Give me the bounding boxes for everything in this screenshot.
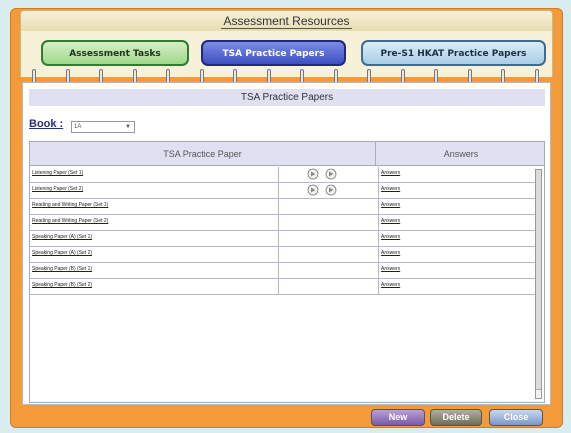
- tab-pre-s1-hkat-practice-papers[interactable]: Pre-S1 HKAT Practice Papers: [361, 40, 546, 66]
- audio-cell: [278, 183, 378, 199]
- answers-link[interactable]: Answers: [381, 266, 400, 272]
- answers-cell: Answers: [378, 167, 535, 183]
- audio-cell: [278, 231, 378, 247]
- answers-link[interactable]: Answers: [381, 170, 400, 176]
- paper-link[interactable]: Speaking Paper (B) (Set 1): [32, 266, 92, 272]
- delete-button[interactable]: Delete: [430, 409, 482, 426]
- audio-cell: [278, 247, 378, 263]
- table-row: Speaking Paper (B) (Set 1) Answers: [30, 263, 535, 279]
- audio-play-icon[interactable]: [325, 168, 337, 180]
- audio-cell: [278, 279, 378, 295]
- answers-cell: Answers: [378, 263, 535, 279]
- book-label: Book :: [29, 118, 64, 130]
- papers-table: TSA Practice Paper Answers Listening Pap…: [29, 141, 545, 403]
- table-header: TSA Practice Paper Answers: [30, 142, 544, 166]
- scrollbar-thumb[interactable]: [536, 170, 541, 390]
- audio-play-icon[interactable]: [307, 184, 319, 196]
- table-row: Speaking Paper (B) (Set 2) Answers: [30, 279, 535, 295]
- audio-cell: [278, 215, 378, 231]
- answers-cell: Answers: [378, 231, 535, 247]
- answers-link[interactable]: Answers: [381, 282, 400, 288]
- chevron-down-icon: ▼: [125, 124, 131, 130]
- answers-cell: Answers: [378, 199, 535, 215]
- book-select-value: 1A: [74, 124, 82, 130]
- answers-cell: Answers: [378, 279, 535, 295]
- main-content: TSA Practice Papers Book : 1A ▼ TSA Prac…: [22, 82, 551, 405]
- audio-play-icon[interactable]: [325, 184, 337, 196]
- close-button[interactable]: Close: [489, 409, 543, 426]
- audio-play-icon[interactable]: [307, 168, 319, 180]
- paper-link[interactable]: Reading and Writing Paper (Set 2): [32, 218, 108, 224]
- audio-cell: [278, 263, 378, 279]
- window-title: Assessment Resources: [221, 14, 352, 29]
- tab-tsa-practice-papers[interactable]: TSA Practice Papers: [201, 40, 346, 66]
- paper-link[interactable]: Speaking Paper (A) (Set 2): [32, 250, 92, 256]
- section-title: TSA Practice Papers: [29, 89, 545, 106]
- answers-link[interactable]: Answers: [381, 234, 400, 240]
- answers-cell: Answers: [378, 247, 535, 263]
- answers-link[interactable]: Answers: [381, 218, 400, 224]
- table-row: Speaking Paper (A) (Set 1) Answers: [30, 231, 535, 247]
- title-bar: Assessment Resources: [20, 10, 553, 32]
- paper-link[interactable]: Speaking Paper (B) (Set 2): [32, 282, 92, 288]
- table-row: Reading and Writing Paper (Set 1) Answers: [30, 199, 535, 215]
- table-row: Listening Paper (Set 1) Answers: [30, 167, 535, 183]
- table-row: Reading and Writing Paper (Set 2) Answers: [30, 215, 535, 231]
- header-paper: TSA Practice Paper: [163, 149, 242, 159]
- paper-link[interactable]: Reading and Writing Paper (Set 1): [32, 202, 108, 208]
- table-row: Speaking Paper (A) (Set 2) Answers: [30, 247, 535, 263]
- answers-cell: Answers: [378, 183, 535, 199]
- vertical-scrollbar[interactable]: [535, 169, 542, 399]
- paper-link[interactable]: Listening Paper (Set 2): [32, 186, 83, 192]
- tab-assessment-tasks[interactable]: Assessment Tasks: [41, 40, 189, 66]
- audio-cell: [278, 167, 378, 183]
- new-button[interactable]: New: [371, 409, 425, 426]
- answers-cell: Answers: [378, 215, 535, 231]
- paper-link[interactable]: Speaking Paper (A) (Set 1): [32, 234, 92, 240]
- paper-link[interactable]: Listening Paper (Set 1): [32, 170, 83, 176]
- answers-link[interactable]: Answers: [381, 186, 400, 192]
- answers-link[interactable]: Answers: [381, 202, 400, 208]
- answers-link[interactable]: Answers: [381, 250, 400, 256]
- audio-cell: [278, 199, 378, 215]
- table-row: Listening Paper (Set 2) Answers: [30, 183, 535, 199]
- book-select[interactable]: 1A ▼: [71, 121, 135, 133]
- header-answers: Answers: [375, 142, 546, 166]
